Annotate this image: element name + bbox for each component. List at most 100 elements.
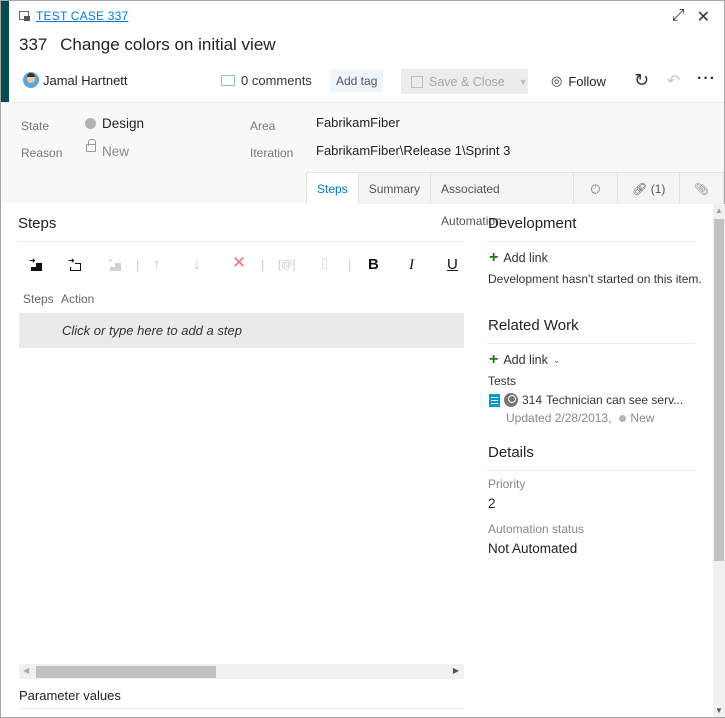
- add-tag-button[interactable]: Add tag: [330, 70, 384, 92]
- eye-icon: ◎: [551, 73, 563, 88]
- plus-icon: +: [489, 249, 499, 266]
- tab-attachments[interactable]: 📎︎: [680, 172, 724, 204]
- state-label: State: [21, 119, 50, 133]
- work-item-id: 337: [19, 35, 48, 54]
- development-add-link[interactable]: + Add link: [489, 249, 548, 266]
- link-icon: 🔗︎: [632, 182, 648, 196]
- delete-step-icon[interactable]: ✕: [232, 253, 246, 273]
- work-item-title[interactable]: 337 Change colors on initial view: [19, 35, 276, 55]
- test-work-item-icon: [489, 393, 500, 407]
- state-field[interactable]: Design: [102, 116, 144, 131]
- underline-button[interactable]: U: [447, 255, 458, 275]
- tab-links[interactable]: 🔗︎ (1): [618, 172, 681, 204]
- chevron-down-icon[interactable]: ⌄: [553, 355, 561, 366]
- unassigned-avatar-icon: [504, 393, 518, 407]
- related-test-item[interactable]: 314 Technician can see serv...: [489, 393, 683, 407]
- move-up-icon[interactable]: ↑: [153, 255, 161, 275]
- add-step-row[interactable]: Click or type here to add a step: [19, 313, 464, 348]
- related-test-id: 314: [522, 393, 543, 407]
- details-section-title: Details: [488, 444, 534, 461]
- bold-button[interactable]: B: [368, 255, 379, 275]
- reason-label: Reason: [21, 146, 63, 160]
- related-test-updated: Updated 2/28/2013,: [506, 411, 612, 425]
- chevron-down-icon[interactable]: ▼: [519, 77, 528, 87]
- follow-label: Follow: [568, 73, 606, 89]
- area-field[interactable]: FabrikamFiber: [316, 115, 400, 130]
- history-icon: 🕘︎: [590, 182, 601, 196]
- attachment-icon[interactable]: ⌷: [320, 255, 329, 275]
- details-divider: [487, 470, 695, 471]
- related-work-section-title: Related Work: [488, 317, 579, 334]
- attachment-icon: 📎︎: [693, 182, 710, 196]
- save-close-button[interactable]: Save & Close ▼: [401, 69, 528, 94]
- links-count: (1): [650, 182, 666, 196]
- fields-panel: State Design Reason New Area FabrikamFib…: [2, 102, 724, 228]
- test-case-icon: [19, 10, 31, 22]
- add-link-label: Add link: [503, 353, 548, 367]
- column-header-steps: Steps: [23, 292, 54, 306]
- window-controls: ⤢ ✕: [672, 7, 710, 27]
- toolbar-separator: |: [348, 257, 352, 272]
- parameter-values-title: Parameter values: [19, 688, 121, 703]
- automation-status-label: Automation status: [488, 522, 585, 536]
- move-down-icon[interactable]: ↓: [193, 255, 201, 275]
- lock-icon: [86, 139, 96, 152]
- expand-icon[interactable]: ⤢: [672, 7, 685, 27]
- toolbar-separator: |: [261, 257, 265, 272]
- tab-summary[interactable]: Summary: [358, 172, 432, 204]
- work-item-form: TEST CASE 337 ⤢ ✕ 337 Change colors on i…: [0, 0, 725, 718]
- tab-history[interactable]: 🕘︎: [573, 172, 619, 204]
- more-actions-icon[interactable]: ···: [697, 70, 716, 88]
- toolbar-separator: |: [136, 257, 140, 272]
- assignee-field[interactable]: Jamal Hartnett: [43, 73, 128, 88]
- insert-shared-steps-icon[interactable]: ➜: [68, 257, 82, 271]
- automation-status-field[interactable]: Not Automated: [488, 541, 577, 556]
- test-case-link[interactable]: TEST CASE 337: [36, 9, 128, 23]
- undo-icon[interactable]: ↶: [667, 71, 680, 91]
- scroll-right-icon[interactable]: ▶: [453, 666, 459, 675]
- scroll-left-icon[interactable]: ◀: [23, 666, 29, 675]
- italic-button[interactable]: I: [409, 255, 414, 275]
- add-link-label: Add link: [503, 251, 548, 265]
- follow-button[interactable]: ◎ Follow: [551, 73, 606, 89]
- header-toolbar: Jamal Hartnett 0 comments Add tag Save &…: [19, 69, 719, 95]
- work-item-header: TEST CASE 337 ⤢ ✕ 337 Change colors on i…: [1, 1, 724, 102]
- development-message: Development hasn't started on this item.: [488, 272, 702, 286]
- refresh-icon[interactable]: ↻: [634, 70, 649, 91]
- vertical-scrollbar[interactable]: ▲ ▼: [713, 204, 725, 717]
- state-color-dot: [619, 414, 627, 422]
- related-test-state: New: [630, 411, 655, 425]
- iteration-field[interactable]: FabrikamFiber\Release 1\Sprint 3: [316, 143, 510, 158]
- comments-link[interactable]: 0 comments: [221, 73, 312, 88]
- tab-associated-automation[interactable]: Associated Automation: [431, 172, 574, 228]
- horizontal-scrollbar[interactable]: ◀ ▶: [19, 664, 464, 679]
- priority-field[interactable]: 2: [488, 496, 496, 511]
- steps-toolbar: ➜ ➜ + | ↑ ↓ ✕ | [@] ⌷ | B I U: [18, 253, 463, 277]
- vertical-scroll-thumb[interactable]: [714, 219, 724, 561]
- column-header-action: Action: [61, 292, 95, 306]
- scroll-down-icon[interactable]: ▼: [715, 706, 723, 715]
- close-icon[interactable]: ✕: [697, 7, 710, 27]
- steps-divider: [18, 241, 463, 242]
- related-work-divider: [487, 343, 695, 344]
- insert-step-icon[interactable]: ➜: [29, 257, 43, 271]
- related-work-add-link[interactable]: + Add link ⌄: [489, 351, 561, 368]
- state-color-dot: [85, 118, 96, 129]
- work-item-type-link[interactable]: TEST CASE 337: [19, 9, 128, 23]
- comment-icon: [221, 75, 235, 86]
- reason-field: New: [102, 144, 130, 159]
- horizontal-scroll-thumb[interactable]: [36, 666, 216, 678]
- development-section-title: Development: [488, 215, 577, 232]
- insert-parameter-icon[interactable]: [@]: [278, 255, 295, 275]
- tests-group-label: Tests: [488, 374, 517, 388]
- related-test-title[interactable]: Technician can see serv...: [546, 393, 683, 407]
- development-divider: [487, 241, 695, 242]
- iteration-label: Iteration: [250, 146, 294, 160]
- create-shared-steps-icon[interactable]: +: [108, 257, 122, 271]
- plus-icon: +: [489, 351, 499, 368]
- scroll-up-icon[interactable]: ▲: [715, 206, 723, 215]
- work-item-type-color-bar: [1, 1, 9, 102]
- work-item-title-text[interactable]: Change colors on initial view: [60, 35, 275, 54]
- area-label: Area: [250, 119, 276, 133]
- tab-steps[interactable]: Steps: [307, 172, 359, 204]
